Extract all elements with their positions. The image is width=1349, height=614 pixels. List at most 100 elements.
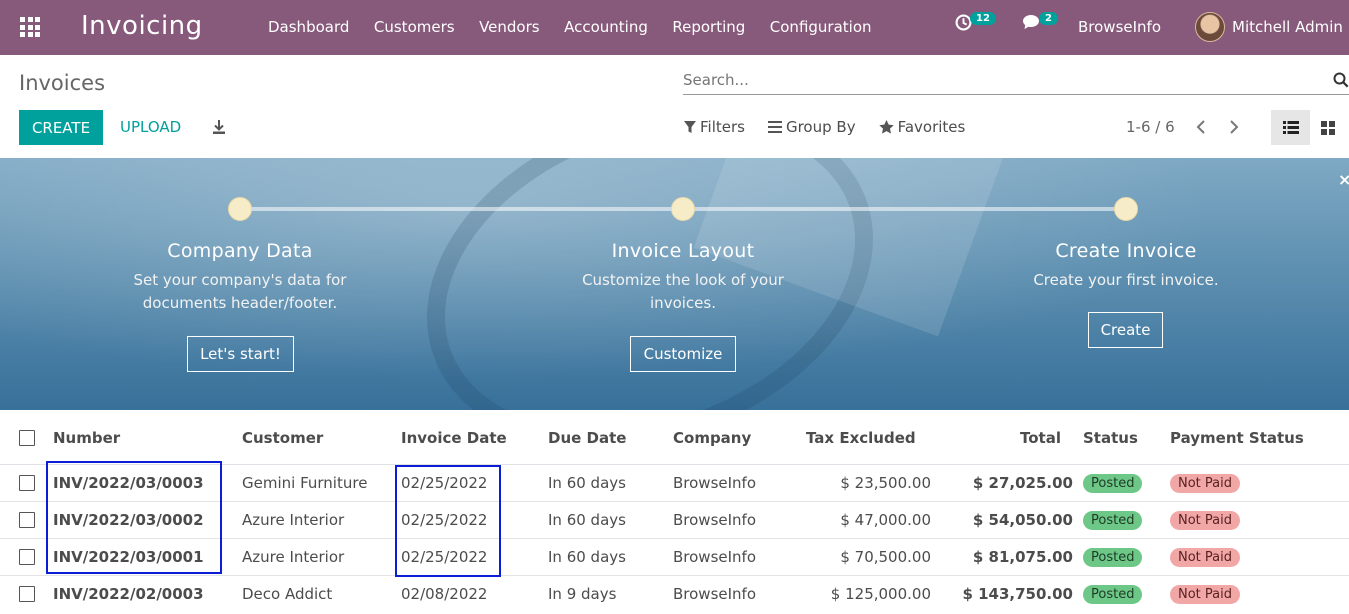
step-company-data: Company Data Set your company's data for…: [90, 240, 390, 315]
row-checkbox[interactable]: [19, 512, 35, 528]
payment-status-badge: Not Paid: [1170, 511, 1240, 530]
col-due-date[interactable]: Due Date: [548, 429, 626, 447]
cell-total: $ 81,075.00: [972, 548, 1073, 566]
create-invoice-button[interactable]: Create: [1088, 312, 1163, 348]
cell-total: $ 143,750.00: [962, 585, 1073, 603]
group-by-label: Group By: [785, 118, 856, 136]
highlight-box-number: [46, 461, 222, 574]
cell-tax-excluded: $ 47,000.00: [840, 511, 931, 529]
select-all-checkbox[interactable]: [19, 430, 35, 446]
status-badge: Posted: [1083, 474, 1143, 493]
page-title: Invoices: [19, 71, 106, 95]
onboarding-banner: × Company Data Set your company's data f…: [0, 158, 1349, 410]
app-title[interactable]: Invoicing: [81, 11, 203, 41]
avatar[interactable]: [1195, 12, 1225, 42]
create-button[interactable]: CREATE: [19, 110, 103, 145]
list-view-icon: [1282, 121, 1299, 134]
search-bar: [683, 66, 1349, 95]
filters-dropdown[interactable]: Filters: [684, 118, 745, 136]
step-title: Invoice Layout: [611, 240, 755, 262]
col-tax-excluded[interactable]: Tax Excluded: [806, 429, 916, 447]
cell-due-date: In 60 days: [548, 474, 626, 492]
col-payment-status[interactable]: Payment Status: [1170, 429, 1304, 447]
menu-accounting[interactable]: Accounting: [564, 18, 648, 36]
step-description: Customize the look of your invoices.: [582, 271, 784, 312]
kanban-view-button[interactable]: [1318, 118, 1338, 138]
activity-button[interactable]: 12: [955, 12, 996, 31]
step-dot-create-invoice: [1114, 197, 1138, 221]
search-input[interactable]: [683, 66, 1303, 94]
menu-dashboard[interactable]: Dashboard: [268, 18, 349, 36]
group-by-dropdown[interactable]: Group By: [767, 118, 856, 136]
cell-company: BrowseInfo: [673, 511, 757, 529]
payment-status-badge: Not Paid: [1170, 585, 1240, 604]
col-status[interactable]: Status: [1083, 429, 1138, 447]
step-dot-company-data: [228, 197, 252, 221]
messages-count-badge: 2: [1039, 11, 1058, 25]
company-switcher[interactable]: BrowseInfo: [1078, 18, 1161, 36]
download-icon[interactable]: [212, 119, 226, 135]
cell-due-date: In 60 days: [548, 511, 626, 529]
status-badge: Posted: [1083, 548, 1143, 567]
step-description: Set your company's data for documents hea…: [133, 271, 347, 312]
menu-configuration[interactable]: Configuration: [770, 18, 872, 36]
cell-tax-excluded: $ 70,500.00: [840, 548, 931, 566]
col-company[interactable]: Company: [673, 429, 751, 447]
kanban-view-icon: [1321, 121, 1335, 135]
menu-vendors[interactable]: Vendors: [479, 18, 540, 36]
cell-total: $ 27,025.00: [972, 474, 1073, 492]
menu-customers[interactable]: Customers: [374, 18, 455, 36]
step-title: Company Data: [167, 240, 313, 262]
payment-status-badge: Not Paid: [1170, 548, 1240, 567]
col-customer[interactable]: Customer: [242, 429, 323, 447]
table-row[interactable]: INV/2022/02/0003 Deco Addict 02/08/2022 …: [0, 576, 1349, 613]
row-checkbox[interactable]: [19, 475, 35, 491]
chevron-right-icon[interactable]: [1228, 118, 1240, 136]
favorites-label: Favorites: [897, 118, 966, 136]
cell-customer: Azure Interior: [242, 511, 345, 529]
apps-grid-icon[interactable]: [20, 17, 40, 37]
cell-customer: Gemini Furniture: [242, 474, 368, 492]
user-menu[interactable]: Mitchell Admin: [1232, 18, 1343, 36]
lets-start-button[interactable]: Let's start!: [187, 336, 294, 372]
cell-total: $ 54,050.00: [972, 511, 1073, 529]
chevron-left-icon[interactable]: [1195, 118, 1207, 136]
cell-invoice-date: 02/08/2022: [401, 585, 488, 603]
upload-button[interactable]: UPLOAD: [120, 118, 181, 136]
cell-company: BrowseInfo: [673, 548, 757, 566]
status-badge: Posted: [1083, 585, 1143, 604]
col-total[interactable]: Total: [1020, 429, 1061, 447]
row-checkbox[interactable]: [19, 586, 35, 602]
cell-due-date: In 60 days: [548, 548, 626, 566]
close-icon[interactable]: ×: [1338, 170, 1349, 189]
cell-due-date: In 9 days: [548, 585, 617, 603]
cell-tax-excluded: $ 23,500.00: [840, 474, 931, 492]
cell-company: BrowseInfo: [673, 585, 757, 603]
payment-status-badge: Not Paid: [1170, 474, 1240, 493]
cell-number: INV/2022/02/0003: [53, 585, 204, 603]
step-invoice-layout: Invoice Layout Customize the look of you…: [533, 240, 833, 315]
step-dot-invoice-layout: [671, 197, 695, 221]
main-menu: Dashboard Customers Vendors Accounting R…: [268, 18, 896, 36]
col-invoice-date[interactable]: Invoice Date: [401, 429, 507, 447]
cell-company: BrowseInfo: [673, 474, 757, 492]
step-description: Create your first invoice.: [1033, 271, 1219, 289]
status-badge: Posted: [1083, 511, 1143, 530]
step-create-invoice: Create Invoice Create your first invoice…: [976, 240, 1276, 292]
row-checkbox[interactable]: [19, 549, 35, 565]
list-view-button[interactable]: [1271, 110, 1310, 145]
search-options: Filters Group By Favorites: [684, 118, 988, 136]
table-header: Number Customer Invoice Date Due Date Co…: [0, 410, 1349, 465]
highlight-box-invoice-date: [395, 465, 501, 577]
favorites-dropdown[interactable]: Favorites: [878, 118, 966, 136]
cell-tax-excluded: $ 125,000.00: [830, 585, 931, 603]
cell-customer: Deco Addict: [242, 585, 333, 603]
col-number[interactable]: Number: [53, 429, 120, 447]
pager-value[interactable]: 1-6 / 6: [1126, 118, 1175, 136]
filter-icon: [684, 120, 696, 133]
step-title: Create Invoice: [1055, 240, 1197, 262]
messages-button[interactable]: 2: [1022, 11, 1058, 30]
search-icon[interactable]: [1333, 72, 1349, 88]
customize-button[interactable]: Customize: [630, 336, 736, 372]
menu-reporting[interactable]: Reporting: [672, 18, 745, 36]
